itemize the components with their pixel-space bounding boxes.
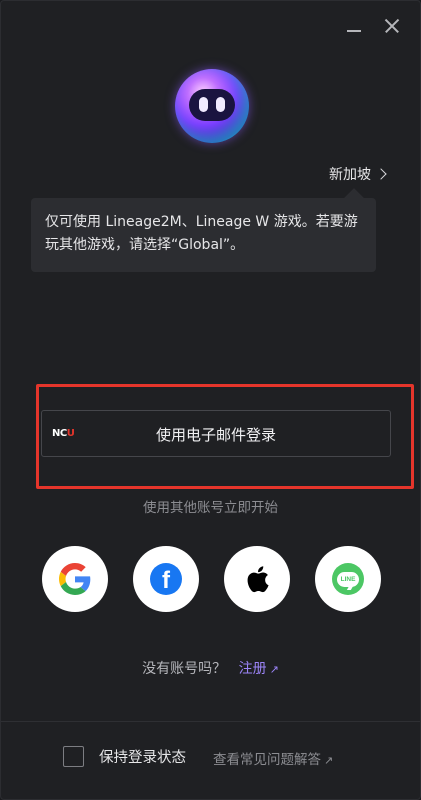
line-icon: LINE bbox=[332, 563, 364, 595]
alternative-login-label: 使用其他账号立即开始 bbox=[143, 500, 278, 516]
email-login-button[interactable]: NCU 使用电子邮件登录 bbox=[41, 410, 391, 457]
line-login-button[interactable]: LINE bbox=[315, 546, 381, 612]
keep-logged-in-checkbox[interactable] bbox=[63, 746, 84, 767]
facebook-login-button[interactable]: f bbox=[133, 546, 199, 612]
google-login-button[interactable] bbox=[42, 546, 108, 612]
region-selector[interactable]: 新加坡 bbox=[301, 162, 391, 186]
tooltip-text: 仅可使用 Lineage2M、Lineage W 游戏。若要游玩其他游戏，请选择… bbox=[45, 214, 358, 253]
external-link-icon: ↗ bbox=[269, 663, 279, 676]
email-login-label: 使用电子邮件登录 bbox=[155, 426, 276, 444]
signup-prompt: 没有账号吗？ bbox=[142, 661, 227, 677]
mascot-face bbox=[189, 89, 235, 121]
footer-divider bbox=[1, 721, 420, 722]
chevron-right-icon bbox=[375, 168, 387, 180]
launcher-window: 新加坡 仅可使用 Lineage2M、Lineage W 游戏。若要游玩其他游戏… bbox=[0, 0, 421, 800]
apple-login-button[interactable] bbox=[224, 546, 290, 612]
region-tooltip: 仅可使用 Lineage2M、Lineage W 游戏。若要游玩其他游戏，请选择… bbox=[31, 198, 376, 272]
signup-link[interactable]: 注册 ↗ bbox=[239, 661, 279, 677]
mascot-eye-right bbox=[216, 97, 225, 112]
mascot-logo bbox=[175, 69, 249, 143]
faq-link-label: 查看常见问题解答 bbox=[213, 752, 321, 768]
apple-icon bbox=[247, 566, 269, 593]
mascot-eye-left bbox=[199, 97, 208, 112]
region-label: 新加坡 bbox=[329, 167, 371, 183]
google-icon bbox=[59, 563, 91, 595]
faq-external-link-icon: ↗ bbox=[324, 754, 334, 767]
close-icon[interactable] bbox=[381, 15, 403, 37]
line-bubble: LINE bbox=[337, 571, 359, 587]
signup-link-label: 注册 bbox=[238, 661, 267, 677]
keep-logged-in-label[interactable]: 保持登录状态 bbox=[99, 746, 186, 767]
minimize-icon[interactable] bbox=[343, 15, 365, 37]
faq-link[interactable]: 查看常见问题解答 ↗ bbox=[213, 748, 333, 768]
facebook-icon: f bbox=[150, 563, 182, 595]
signup-row: 没有账号吗？ 注册 ↗ bbox=[1, 658, 420, 678]
